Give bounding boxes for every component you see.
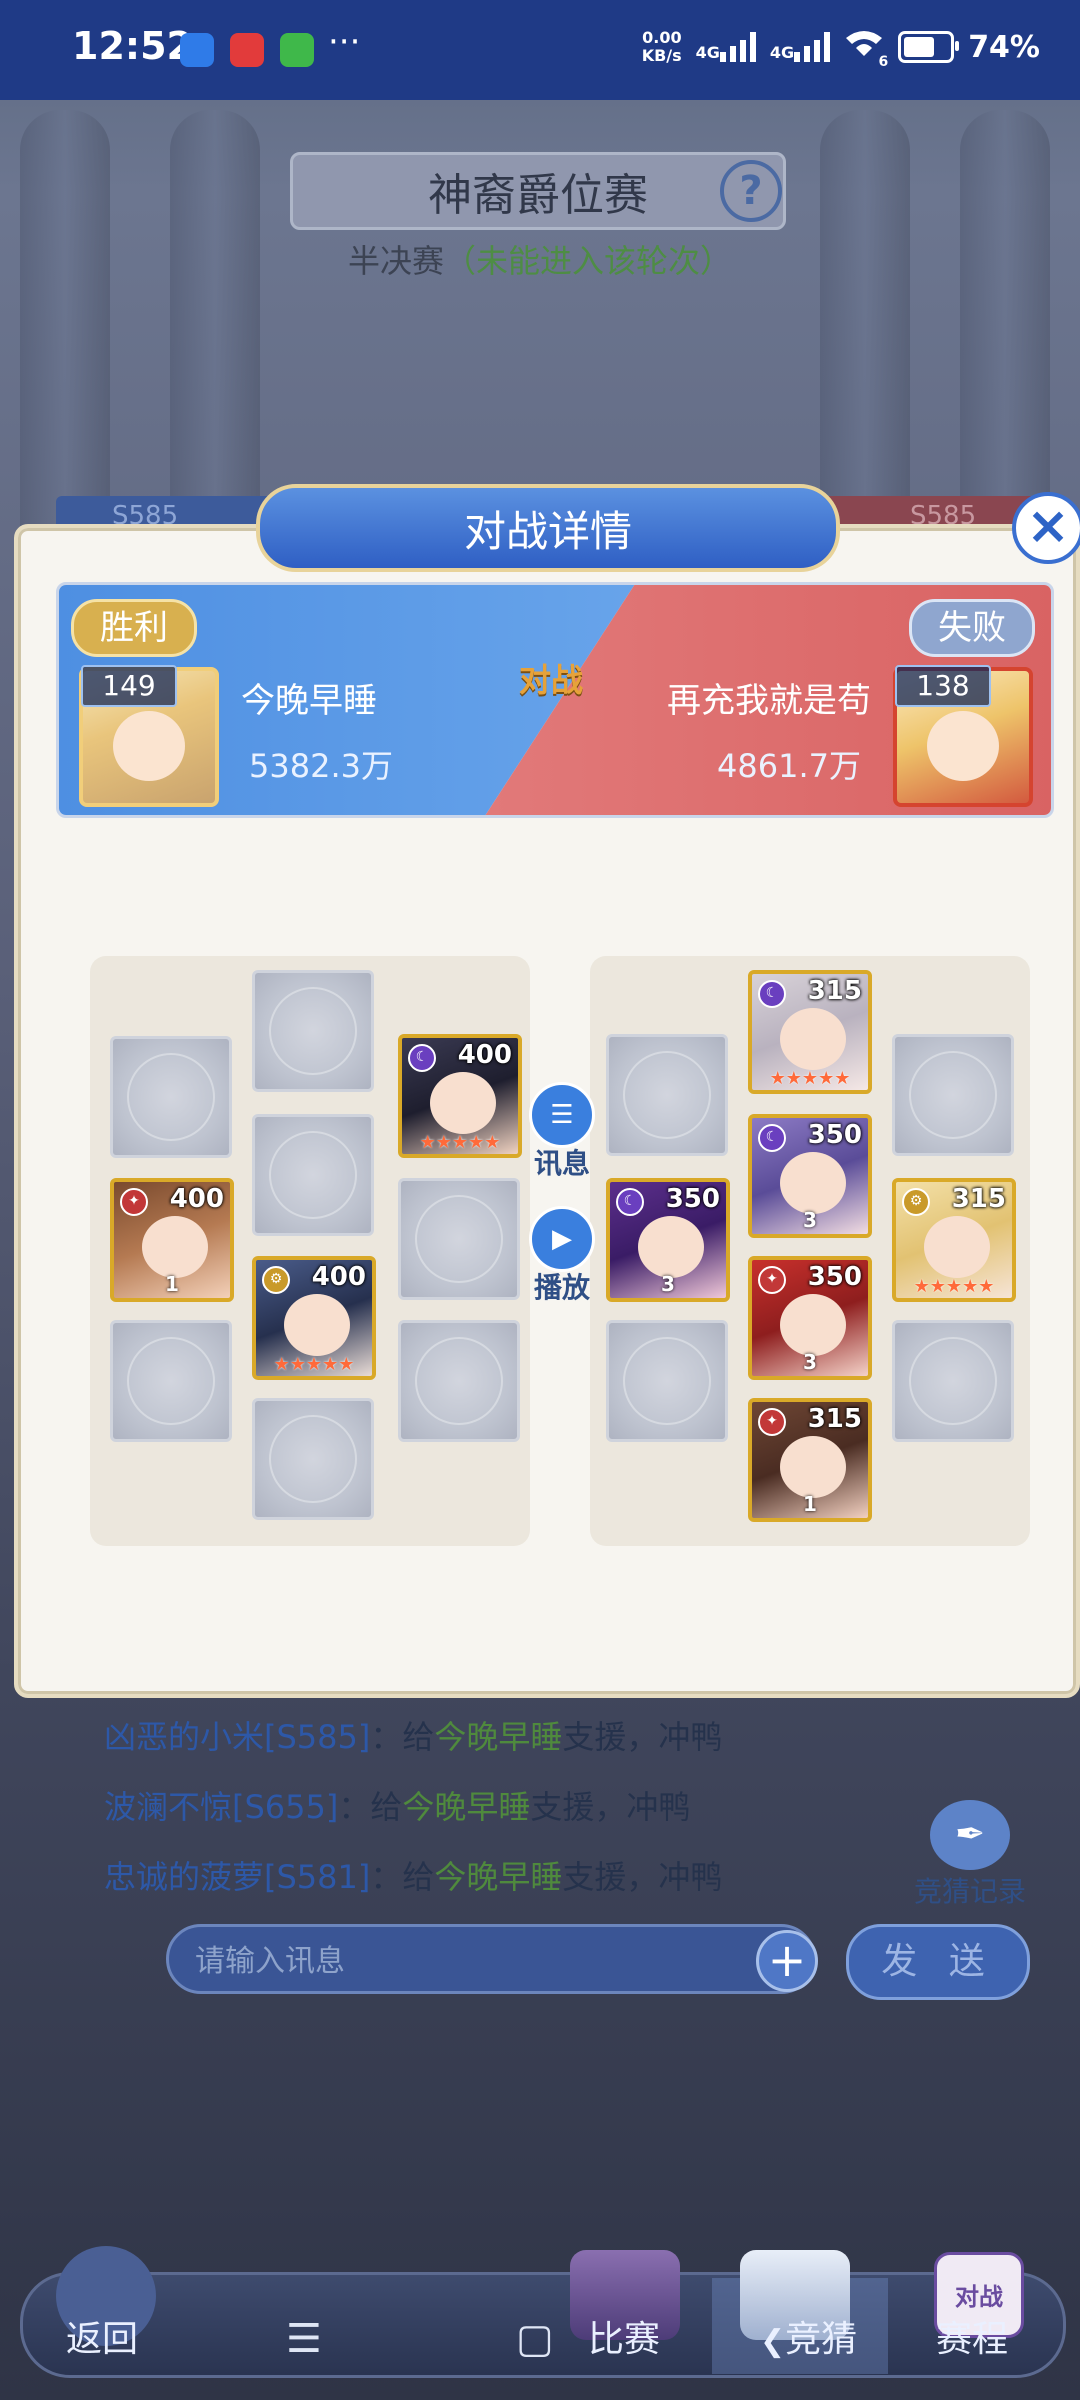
hero-card[interactable]: ☾ 350 3	[748, 1114, 872, 1238]
hero-level: 350	[807, 1262, 862, 1292]
hero-rank: 3	[803, 1350, 817, 1374]
element-icon: ⚙	[902, 1188, 930, 1216]
element-icon: ☾	[616, 1188, 644, 1216]
hero-level: 350	[665, 1184, 720, 1214]
menu-icon[interactable]: ☰	[286, 2316, 322, 2362]
status-indicators: 0.00 KB/s 4G 4G 6 74%	[641, 28, 1040, 71]
chat-message: 忠诚的菠萝[S581]：给今晚早睡支援，冲鸭	[104, 1858, 723, 1896]
chat-message: 波澜不惊[S655]：给今晚早睡支援，冲鸭	[104, 1788, 691, 1826]
background-pillar	[170, 110, 260, 530]
empty-slot	[398, 1320, 520, 1442]
modal-title: 对战详情	[256, 484, 840, 572]
send-button[interactable]: 发 送	[846, 1924, 1030, 2000]
hero-card[interactable]: ⚙ 315 ★★★★★	[892, 1178, 1016, 1302]
right-player-name: 再充我就是苟	[667, 681, 871, 721]
guess-record-button[interactable]: ✒ 竞猜记录	[910, 1800, 1030, 1910]
right-player-power: 4861.7万	[717, 747, 861, 785]
message-button[interactable]: ☰ 讯息	[522, 1082, 602, 1182]
wifi-icon: 6	[844, 28, 888, 70]
element-icon: ☾	[758, 980, 786, 1008]
video-icon: ▶	[529, 1206, 595, 1272]
empty-slot	[110, 1320, 232, 1442]
hero-card[interactable]: ☾ 350 3	[606, 1178, 730, 1302]
element-icon: ✦	[758, 1408, 786, 1436]
empty-slot	[606, 1320, 728, 1442]
home-square-icon[interactable]: ▢	[516, 2316, 554, 2362]
support-message-list: 凶恶的小米[S585]：给今晚早睡支援，冲鸭 波澜不惊[S655]：给今晚早睡支…	[104, 1702, 722, 1912]
hero-card[interactable]: ✦ 350 3	[748, 1256, 872, 1380]
element-icon: ☾	[758, 1124, 786, 1152]
more-notifications-icon: ···	[328, 22, 361, 62]
message-icon: ☰	[529, 1082, 595, 1148]
hero-level: 315	[807, 1404, 862, 1434]
empty-slot	[606, 1034, 728, 1156]
empty-slot	[252, 1398, 374, 1520]
left-player-power: 5382.3万	[249, 747, 393, 785]
signal-strength-icon: 4G	[696, 32, 756, 62]
back-arrow-icon: ❮	[760, 2324, 786, 2359]
hero-rank: 3	[803, 1208, 817, 1232]
help-icon[interactable]: ?	[720, 160, 782, 222]
add-icon[interactable]: +	[756, 1930, 818, 1992]
hero-level: 350	[807, 1120, 862, 1150]
empty-slot	[398, 1178, 520, 1300]
element-icon: ✦	[120, 1188, 148, 1216]
hero-rank: 3	[661, 1272, 675, 1296]
schedule-tab[interactable]: 赛程	[936, 2310, 1008, 2362]
hero-stars: ★★★★★	[419, 1132, 501, 1153]
hero-level: 400	[457, 1040, 512, 1070]
close-button[interactable]: ×	[1012, 492, 1080, 564]
empty-slot	[892, 1034, 1014, 1156]
hero-stars: ★★★★★	[913, 1276, 995, 1297]
message-input[interactable]: 请输入讯息	[166, 1924, 816, 1994]
empty-slot	[110, 1036, 232, 1158]
network-speed: 0.00 KB/s	[641, 28, 682, 65]
empty-slot	[252, 970, 374, 1092]
hero-card[interactable]: ✦ 400 1	[110, 1178, 234, 1302]
element-icon: ⚙	[262, 1266, 290, 1294]
status-time: 12:52	[72, 24, 193, 68]
battery-percent: 74%	[968, 29, 1040, 65]
hero-level: 315	[807, 976, 862, 1006]
signal-strength-icon: 4G	[770, 32, 831, 62]
hero-level: 400	[169, 1184, 224, 1214]
notification-app-icon	[230, 33, 264, 67]
background-pillar	[20, 110, 110, 530]
page-title: 神裔爵位赛	[290, 152, 786, 230]
versus-badge: 对战	[518, 661, 583, 699]
page-subtitle: 半决赛（未能进入该轮次）	[347, 242, 733, 280]
hero-level: 400	[311, 1262, 366, 1292]
hero-card[interactable]: ✦ 315 1	[748, 1398, 872, 1522]
versus-banner: 对战 胜利 失败 149 今晚早睡 5382.3万 138 再充我就是苟 486…	[56, 582, 1054, 818]
hero-level: 315	[951, 1184, 1006, 1214]
notification-app-icon	[180, 33, 214, 67]
notification-app-icon	[280, 33, 314, 67]
background-pillar	[960, 110, 1050, 530]
element-icon: ☾	[408, 1044, 436, 1072]
lose-badge: 失败	[909, 599, 1035, 657]
hero-card[interactable]: ☾ 315 ★★★★★	[748, 970, 872, 1094]
chat-message: 凶恶的小米[S585]：给今晚早睡支援，冲鸭	[104, 1718, 723, 1756]
back-button[interactable]: 返回	[66, 2310, 138, 2362]
hero-stars: ★★★★★	[273, 1354, 355, 1375]
hero-rank: 1	[165, 1272, 179, 1296]
status-bar: 12:52 ··· 0.00 KB/s 4G 4G 6 74%	[0, 0, 1080, 100]
background-pillar	[820, 110, 910, 530]
hero-card[interactable]: ⚙ 400 ★★★★★	[252, 1256, 376, 1380]
win-badge: 胜利	[71, 599, 197, 657]
empty-slot	[892, 1320, 1014, 1442]
guess-tab[interactable]: ❮竞猜	[760, 2310, 857, 2362]
hero-rank: 1	[803, 1492, 817, 1516]
left-player-name: 今晚早睡	[241, 681, 377, 721]
hero-stars: ★★★★★	[769, 1068, 851, 1089]
match-tab[interactable]: 比赛	[588, 2310, 660, 2362]
empty-slot	[252, 1114, 374, 1236]
hero-card[interactable]: ☾ 400 ★★★★★	[398, 1034, 522, 1158]
right-player-level: 138	[895, 665, 991, 707]
battery-icon	[898, 31, 960, 63]
element-icon: ✦	[758, 1266, 786, 1294]
replay-button[interactable]: ▶ 播放	[522, 1206, 602, 1306]
left-player-level: 149	[81, 665, 177, 707]
quill-icon: ✒	[930, 1800, 1010, 1870]
